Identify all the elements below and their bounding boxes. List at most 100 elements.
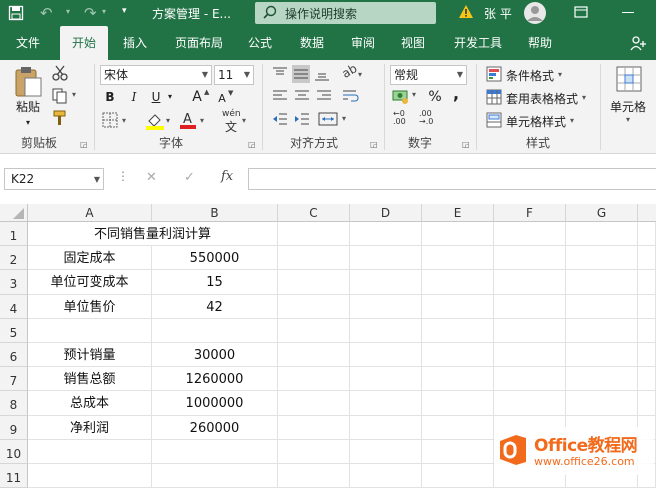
cell-D6[interactable] [350,343,422,368]
dialog-launcher-icon[interactable]: ◲ [370,140,378,149]
format-painter-icon[interactable] [52,110,68,126]
cell-C7[interactable] [278,367,350,392]
percent-button[interactable]: % [426,88,444,106]
cell-B2[interactable]: 550000 [152,246,278,271]
cell-H3[interactable] [638,270,656,295]
cell-A8[interactable]: 总成本 [28,391,152,416]
wrap-text-icon[interactable] [342,89,360,103]
cell-G1[interactable] [566,222,638,247]
tab-home[interactable]: 开始 [60,26,108,60]
cell-B3[interactable]: 15 [152,270,278,295]
cell-H6[interactable] [638,343,656,368]
cell-F2[interactable] [494,246,566,271]
align-bottom-icon[interactable] [314,66,330,82]
align-right-icon[interactable] [316,89,332,103]
column-header-d[interactable]: D [350,204,422,222]
cell-E4[interactable] [422,294,494,319]
cell-G8[interactable] [566,391,638,416]
cell-H2[interactable] [638,246,656,271]
cells-icon[interactable] [616,66,642,92]
row-header-10[interactable]: 10 [0,439,28,464]
column-header-f[interactable]: F [494,204,566,222]
decrease-decimal-icon[interactable]: .00 →.0 [419,110,433,126]
column-header-h[interactable] [638,204,656,222]
cell-B4[interactable]: 42 [152,294,278,319]
avatar[interactable] [523,1,547,25]
cell-C11[interactable] [278,464,350,489]
cell-C2[interactable] [278,246,350,271]
insert-function-icon[interactable]: fx [221,169,233,184]
column-header-g[interactable]: G [566,204,638,222]
warning-icon[interactable] [458,4,474,19]
cell-A6[interactable]: 预计销量 [28,343,152,368]
search-box[interactable]: 操作说明搜索 [255,2,436,24]
cell-D4[interactable] [350,294,422,319]
cell-A3[interactable]: 单位可变成本 [28,270,152,295]
fill-color-icon[interactable] [146,112,164,130]
row-header-5[interactable]: 5 [0,318,28,343]
cell-F8[interactable] [494,391,566,416]
row-header-11[interactable]: 11 [0,464,28,489]
underline-dropdown-icon[interactable]: ▾ [166,88,174,106]
more-options-icon[interactable]: ⋮ [117,169,129,183]
border-icon[interactable] [102,112,118,128]
font-color-dropdown-icon[interactable]: ▾ [200,116,204,125]
tab-formulas[interactable]: 公式 [240,26,280,60]
cell-styles-button[interactable]: 单元格样式 [506,113,566,130]
conditional-format-button[interactable]: 条件格式 [506,67,554,84]
cell-D2[interactable] [350,246,422,271]
tab-insert[interactable]: 插入 [113,26,157,60]
copy-icon[interactable] [52,88,68,104]
align-center-icon[interactable] [294,89,310,103]
cell-E5[interactable] [422,318,494,343]
cell-D9[interactable] [350,415,422,440]
ribbon-display-icon[interactable] [574,6,588,18]
dialog-launcher-icon[interactable]: ◲ [248,140,256,149]
cell-G3[interactable] [566,270,638,295]
align-top-icon[interactable] [272,66,288,82]
format-as-table-button[interactable]: 套用表格格式 [506,90,578,107]
cell-G5[interactable] [566,318,638,343]
cell-H1[interactable] [638,222,656,247]
minimize-icon[interactable] [622,12,634,13]
increase-decimal-icon[interactable]: ←0.00 [393,110,406,126]
comma-button[interactable]: , [450,85,462,103]
copy-dropdown-icon[interactable]: ▾ [72,90,76,99]
cell-G2[interactable] [566,246,638,271]
dialog-launcher-icon[interactable]: ◲ [462,140,470,149]
cell-F4[interactable] [494,294,566,319]
cut-icon[interactable] [52,65,68,81]
column-header-b[interactable]: B [152,204,278,222]
orientation-dropdown-icon[interactable]: ▾ [358,70,362,79]
increase-font-button[interactable]: A [190,88,204,106]
column-header-c[interactable]: C [278,204,350,222]
cell-C10[interactable] [278,439,350,464]
row-header-4[interactable]: 4 [0,294,28,319]
tab-data[interactable]: 数据 [290,26,334,60]
cell-H5[interactable] [638,318,656,343]
cell-B9[interactable]: 260000 [152,415,278,440]
tab-file[interactable]: 文件 [6,26,50,60]
tab-review[interactable]: 审阅 [342,26,384,60]
cell-styles-icon[interactable] [486,112,502,128]
cell-D11[interactable] [350,464,422,489]
row-header-9[interactable]: 9 [0,415,28,440]
align-left-icon[interactable] [272,89,288,103]
merge-dropdown-icon[interactable]: ▾ [342,114,346,123]
cell-E7[interactable] [422,367,494,392]
user-name[interactable]: 张 平 [484,5,512,22]
customize-qat-icon[interactable]: ▾ [122,6,127,16]
cell-E11[interactable] [422,464,494,489]
cell-G7[interactable] [566,367,638,392]
cell-E1[interactable] [422,222,494,247]
name-box[interactable]: K22 ▼ [4,168,104,190]
cell-F1[interactable] [494,222,566,247]
cell-B5[interactable] [152,318,278,343]
cell-D7[interactable] [350,367,422,392]
merge-center-icon[interactable] [318,112,338,126]
orientation-icon[interactable]: ab [340,61,360,81]
cell-E6[interactable] [422,343,494,368]
column-header-a[interactable]: A [28,204,152,222]
save-icon[interactable] [8,5,24,21]
cell-A5[interactable] [28,318,152,343]
